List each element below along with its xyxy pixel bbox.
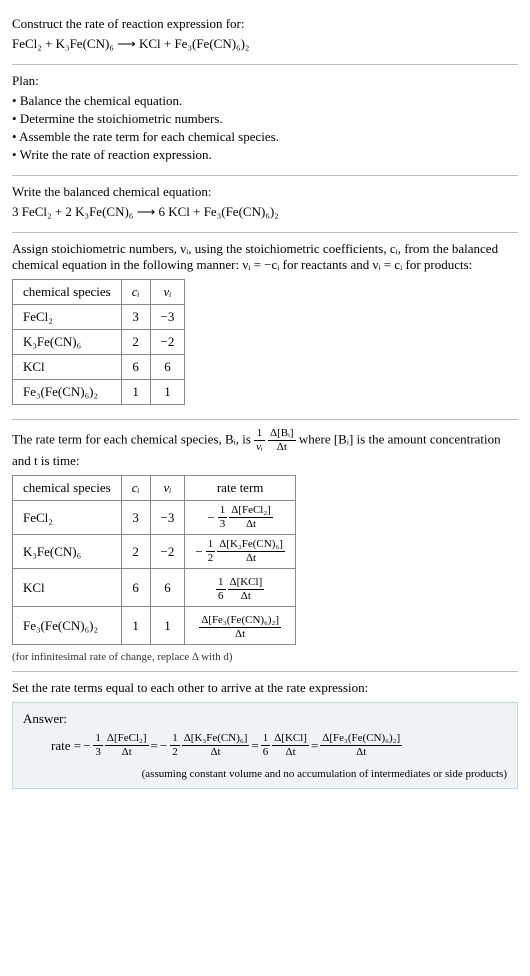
rate-term-cell: − 13 Δ[FeCl₂]Δt (185, 501, 295, 535)
v-cell: −3 (150, 501, 185, 535)
species-cell: Fe₃(Fe(CN)₆)₂ (13, 380, 122, 405)
rate-term-cell: Δ[Fe₃(Fe(CN)₆)₂]Δt (185, 607, 295, 645)
c-cell: 6 (121, 569, 150, 607)
plan-item: Write the rate of reaction expression. (12, 147, 518, 163)
table-row: Fe₃(Fe(CN)₆)₂ 1 1 Δ[Fe₃(Fe(CN)₆)₂]Δt (13, 607, 296, 645)
c-cell: 6 (121, 355, 150, 380)
v-cell: 6 (150, 569, 185, 607)
coef-frac: 16 (216, 577, 226, 602)
table-row: K₃Fe(CN)₆ 2 −2 (13, 330, 185, 355)
v-cell: 1 (150, 607, 185, 645)
plan-item: Determine the stoichiometric numbers. (12, 111, 518, 127)
v-cell: 1 (150, 380, 185, 405)
rate-terms-section: The rate term for each chemical species,… (12, 420, 518, 672)
answer-box: Answer: rate = − 13 Δ[FeCl₂]Δt = − 12 Δ[… (12, 702, 518, 789)
coef-frac: 16 (261, 733, 271, 758)
generic-delta-frac: Δ[Bᵢ] Δt (268, 428, 296, 453)
species-cell: KCl (13, 569, 122, 607)
coef-frac: 12 (206, 539, 216, 564)
species-cell: FeCl₂ (13, 501, 122, 535)
prompt-text: Construct the rate of reaction expressio… (12, 16, 518, 32)
rate-term-cell: 16 Δ[KCl]Δt (185, 569, 295, 607)
v-cell: −3 (150, 305, 185, 330)
balanced-section: Write the balanced chemical equation: 3 … (12, 176, 518, 233)
v-cell: −2 (150, 535, 185, 569)
delta-note: (for infinitesimal rate of change, repla… (12, 651, 518, 663)
unbalanced-equation: FeCl₂ + K₃Fe(CN)₆ ⟶ KCl + Fe₃(Fe(CN)₆)₂ (12, 36, 518, 52)
table-row: Fe₃(Fe(CN)₆)₂ 1 1 (13, 380, 185, 405)
c-cell: 3 (121, 501, 150, 535)
col-c: cᵢ (121, 280, 150, 305)
table-row: KCl 6 6 (13, 355, 185, 380)
species-cell: KCl (13, 355, 122, 380)
table-row: K₃Fe(CN)₆ 2 −2 − 12 Δ[K₃Fe(CN)₆]Δt (13, 535, 296, 569)
c-cell: 3 (121, 305, 150, 330)
delta-frac: Δ[FeCl₂]Δt (105, 733, 149, 758)
plan-section: Plan: Balance the chemical equation. Det… (12, 65, 518, 176)
final-section: Set the rate terms equal to each other t… (12, 672, 518, 797)
rate-terms-table: chemical species cᵢ νᵢ rate term FeCl₂ 3… (12, 475, 296, 645)
stoich-section: Assign stoichiometric numbers, νᵢ, using… (12, 233, 518, 420)
species-cell: FeCl₂ (13, 305, 122, 330)
table-row: FeCl₂ 3 −3 (13, 305, 185, 330)
delta-frac: Δ[K₃Fe(CN)₆]Δt (217, 539, 285, 564)
rate-term-cell: − 12 Δ[K₃Fe(CN)₆]Δt (185, 535, 295, 569)
stoich-intro: Assign stoichiometric numbers, νᵢ, using… (12, 241, 518, 273)
delta-frac: Δ[KCl]Δt (228, 577, 265, 602)
col-c: cᵢ (121, 476, 150, 501)
answer-label: Answer: (23, 711, 507, 727)
plan-item: Assemble the rate term for each chemical… (12, 129, 518, 145)
delta-frac: Δ[KCl]Δt (272, 733, 309, 758)
delta-frac: Δ[Fe₃(Fe(CN)₆)₂]Δt (320, 733, 402, 758)
v-cell: −2 (150, 330, 185, 355)
problem-statement: Construct the rate of reaction expressio… (12, 8, 518, 65)
c-cell: 2 (121, 330, 150, 355)
balanced-equation: 3 FeCl₂ + 2 K₃Fe(CN)₆ ⟶ 6 KCl + Fe₃(Fe(C… (12, 204, 518, 220)
species-cell: K₃Fe(CN)₆ (13, 330, 122, 355)
final-heading: Set the rate terms equal to each other t… (12, 680, 518, 696)
delta-frac: Δ[K₃Fe(CN)₆]Δt (182, 733, 250, 758)
col-rate-term: rate term (185, 476, 295, 501)
balanced-heading: Write the balanced chemical equation: (12, 184, 518, 200)
col-species: chemical species (13, 280, 122, 305)
generic-coef-frac: 1 νᵢ (254, 428, 265, 453)
assumption-note: (assuming constant volume and no accumul… (23, 768, 507, 780)
table-row: KCl 6 6 16 Δ[KCl]Δt (13, 569, 296, 607)
v-cell: 6 (150, 355, 185, 380)
delta-frac: Δ[FeCl₂]Δt (229, 505, 273, 530)
col-species: chemical species (13, 476, 122, 501)
stoich-table: chemical species cᵢ νᵢ FeCl₂ 3 −3 K₃Fe(C… (12, 279, 185, 405)
rate-expression: rate = − 13 Δ[FeCl₂]Δt = − 12 Δ[K₃Fe(CN)… (51, 733, 402, 758)
rate-terms-intro: The rate term for each chemical species,… (12, 428, 518, 469)
col-v: νᵢ (150, 280, 185, 305)
coef-frac: 13 (93, 733, 103, 758)
species-cell: K₃Fe(CN)₆ (13, 535, 122, 569)
col-v: νᵢ (150, 476, 185, 501)
plan-heading: Plan: (12, 73, 518, 89)
coef-frac: 13 (218, 505, 228, 530)
c-cell: 1 (121, 380, 150, 405)
table-row: FeCl₂ 3 −3 − 13 Δ[FeCl₂]Δt (13, 501, 296, 535)
c-cell: 2 (121, 535, 150, 569)
coef-frac: 12 (170, 733, 180, 758)
species-cell: Fe₃(Fe(CN)₆)₂ (13, 607, 122, 645)
c-cell: 1 (121, 607, 150, 645)
delta-frac: Δ[Fe₃(Fe(CN)₆)₂]Δt (199, 615, 281, 640)
plan-list: Balance the chemical equation. Determine… (12, 93, 518, 163)
plan-item: Balance the chemical equation. (12, 93, 518, 109)
